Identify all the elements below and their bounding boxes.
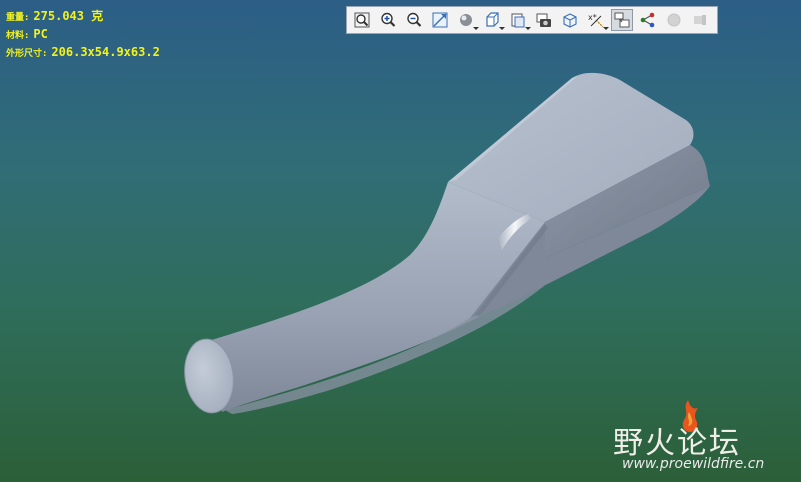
part-body[interactable] bbox=[180, 72, 710, 416]
watermark-url: www.proewildfire.cn bbox=[622, 456, 765, 472]
